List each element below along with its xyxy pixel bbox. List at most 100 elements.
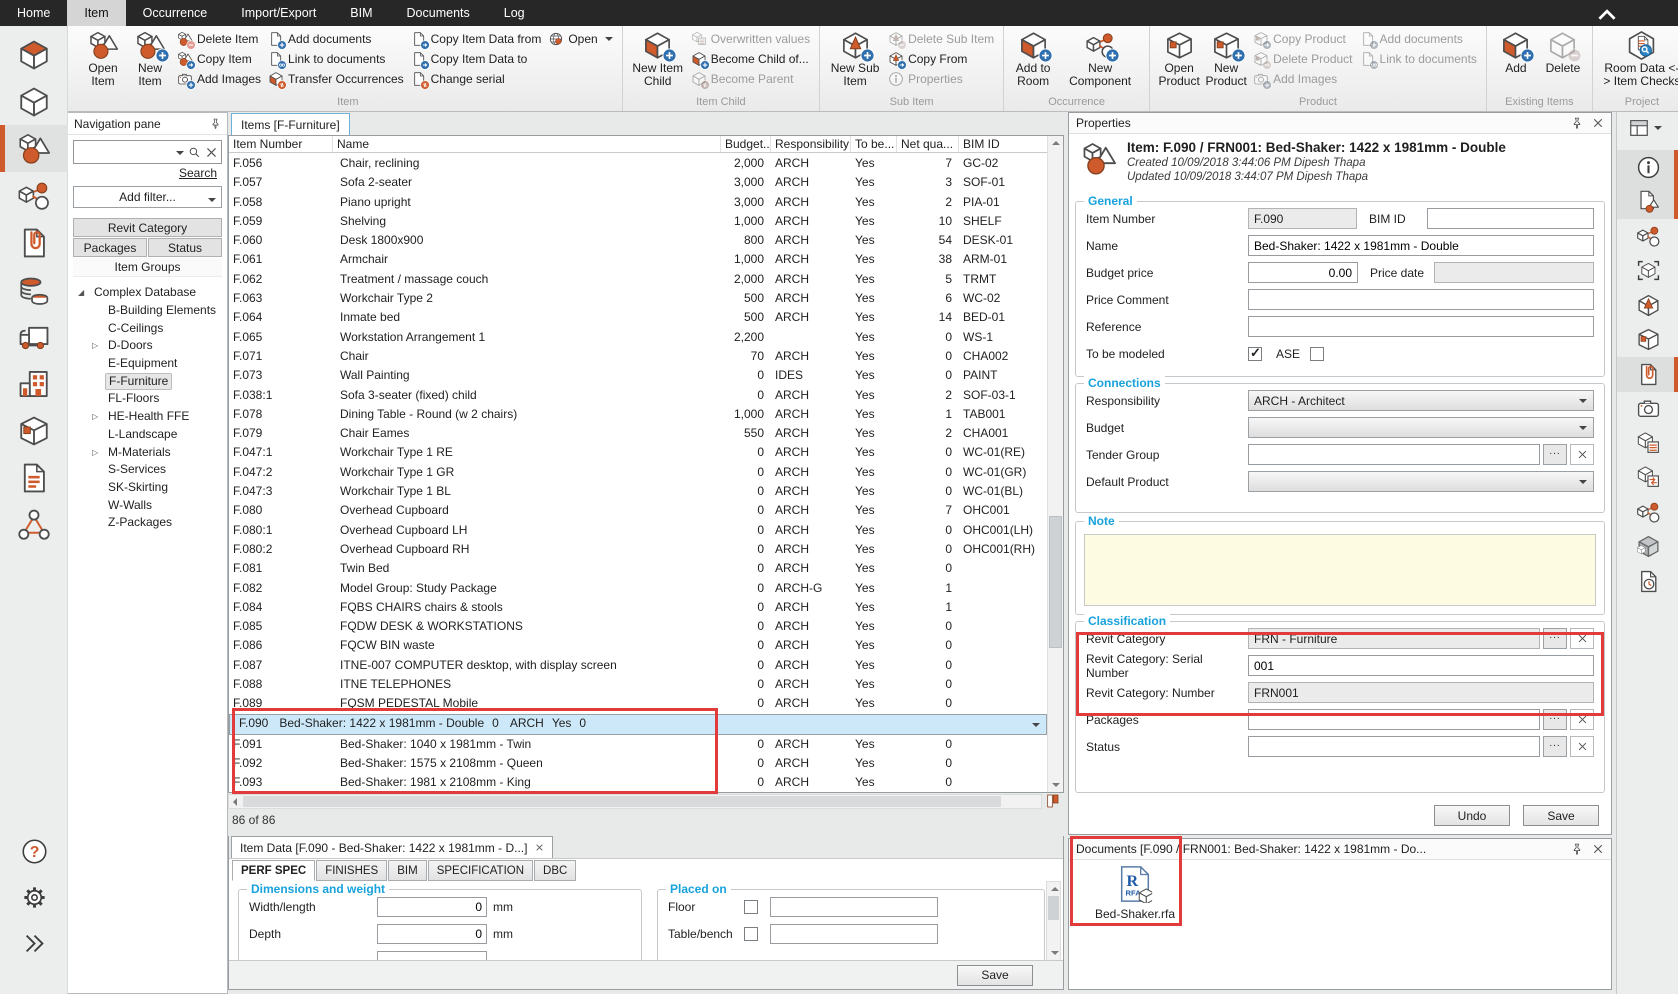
products-icon[interactable]	[0, 407, 68, 454]
item-transfer-icon[interactable]	[1617, 461, 1678, 496]
table-row[interactable]: F.073 Wall Painting 0 IDES Yes 0 PAINT	[229, 366, 1047, 385]
bim-icon[interactable]	[1617, 254, 1678, 289]
table-row[interactable]: F.071 Chair 70 ARCH Yes 0 CHA002	[229, 347, 1047, 366]
tree-item[interactable]: ◢ Complex Database	[68, 284, 227, 302]
new-item-child-button[interactable]: New Item Child	[630, 28, 686, 88]
revit-category-button[interactable]: Revit Category	[73, 218, 222, 237]
images-icon[interactable]	[1617, 392, 1678, 427]
info-icon[interactable]	[1617, 150, 1678, 185]
become-parent-button[interactable]: Become Parent	[689, 71, 812, 87]
status-browse-button[interactable]	[1543, 736, 1567, 757]
delete-product-button[interactable]: Delete Product	[1251, 51, 1354, 67]
table-row[interactable]: F.080:2 Overhead Cupboard RH 0 ARCH Yes …	[229, 540, 1047, 559]
save-button[interactable]: Save	[957, 965, 1033, 986]
width-input[interactable]	[377, 897, 487, 917]
tree-item[interactable]: SK-Skirting	[68, 479, 227, 497]
item-data-icon[interactable]	[1617, 185, 1678, 220]
tree-expander-icon[interactable]: ▷	[92, 412, 105, 421]
revit-serial-input[interactable]	[1248, 655, 1594, 676]
default-product-select[interactable]	[1248, 471, 1594, 492]
status-clear-button[interactable]	[1570, 736, 1594, 757]
search-icon[interactable]	[188, 146, 201, 159]
table-row[interactable]: F.086 FQCW BIN waste 0 ARCH Yes 0	[229, 636, 1047, 655]
reports-icon[interactable]	[0, 454, 68, 501]
copy-from-button[interactable]: Copy From	[886, 51, 996, 67]
item-structure-icon[interactable]	[1617, 426, 1678, 461]
reference-input[interactable]	[1248, 316, 1594, 337]
scrollbar-thumb[interactable]	[1049, 516, 1062, 647]
tree-item[interactable]: S-Services	[68, 461, 227, 479]
logistics-icon[interactable]	[0, 313, 68, 360]
document-file[interactable]: Bed-Shaker.rfa	[1083, 865, 1187, 921]
menu-tab[interactable]: Import/Export	[224, 0, 333, 26]
scroll-left-icon[interactable]	[233, 798, 237, 806]
col-header-responsibility[interactable]: Responsibility	[771, 136, 851, 152]
expand-icon[interactable]	[0, 920, 68, 966]
delete-item-button[interactable]: Delete Item	[175, 31, 263, 47]
open-item-button[interactable]: Open Item	[81, 28, 125, 88]
table-row[interactable]: F.065 Workstation Arrangement 1 2,200 Ye…	[229, 328, 1047, 347]
new-sub-item-button[interactable]: New Sub Item	[827, 28, 883, 88]
item-data-subtab[interactable]: DBC	[534, 860, 576, 881]
column-chooser-icon[interactable]	[1045, 793, 1062, 810]
relations-icon[interactable]	[0, 501, 68, 548]
clear-search-icon[interactable]	[205, 146, 218, 159]
budget-price-input[interactable]	[1248, 262, 1358, 283]
horizontal-scrollbar[interactable]	[228, 794, 1042, 809]
depth-input[interactable]	[377, 924, 487, 944]
overwritten-values-button[interactable]: Overwritten values	[689, 31, 812, 47]
search-input[interactable]	[74, 142, 173, 162]
item-data-subtab[interactable]: PERF SPEC	[232, 860, 315, 881]
scrollbar-thumb[interactable]	[243, 796, 1001, 807]
tree-item[interactable]: B-Building Elements	[68, 302, 227, 320]
table-row[interactable]: F.087 ITNE-007 COMPUTER desktop, with di…	[229, 656, 1047, 675]
table-row[interactable]: F.091 Bed-Shaker: 1040 x 1981mm - Twin 0…	[229, 735, 1047, 754]
undo-button[interactable]: Undo	[1434, 805, 1510, 826]
pin-icon[interactable]	[210, 118, 221, 129]
table-row[interactable]: F.089 FQSM PEDESTAL Mobile 0 ARCH Yes 0	[229, 694, 1047, 713]
save-button[interactable]: Save	[1523, 805, 1599, 826]
close-icon[interactable]	[1592, 117, 1604, 129]
table-row[interactable]: F.056 Chair, reclining 2,000 ARCH Yes 7 …	[229, 154, 1047, 173]
table-row[interactable]: F.084 FQBS CHAIRS chairs & stools 0 ARCH…	[229, 598, 1047, 617]
table-row[interactable]: F.057 Sofa 2-seater 3,000 ARCH Yes 3 SOF…	[229, 173, 1047, 192]
table-row[interactable]: F.090 Bed-Shaker: 1422 x 1981mm - Double…	[229, 714, 1047, 735]
menu-tab[interactable]: Occurrence	[126, 0, 225, 26]
add-filter-dropdown[interactable]: Add filter...	[73, 186, 222, 208]
add-images-button[interactable]: Add Images	[1251, 71, 1354, 87]
sub-items-icon[interactable]	[1617, 288, 1678, 323]
tree-item[interactable]: ▷ HE-Health FFE	[68, 408, 227, 426]
table-row[interactable]: F.047:3 Workchair Type 1 BL 0 ARCH Yes 0…	[229, 482, 1047, 501]
new-item-button[interactable]: New Item	[128, 28, 172, 88]
room-data-item-checks-button[interactable]: Room Data <-> Item Checks	[1600, 28, 1678, 88]
copy-item-data-from-button[interactable]: Copy Item Data from	[409, 31, 544, 47]
table-row[interactable]: F.080 Overhead Cupboard 0 ARCH Yes 7 OHC…	[229, 501, 1047, 520]
menu-tab[interactable]: Documents	[390, 0, 487, 26]
rooms-icon[interactable]	[0, 31, 68, 78]
col-header-budget[interactable]: Budget...	[721, 136, 771, 152]
products-icon[interactable]	[1617, 323, 1678, 358]
bim-id-input[interactable]	[1427, 208, 1594, 229]
table-row[interactable]: F.059 Shelving 1,000 ARCH Yes 10 SHELF	[229, 212, 1047, 231]
col-header-item-number[interactable]: Item Number	[229, 136, 333, 152]
table-row[interactable]: F.093 Bed-Shaker: 1981 x 2108mm - King 0…	[229, 773, 1047, 792]
packages-clear-button[interactable]	[1570, 709, 1594, 730]
delete-existing-item-button[interactable]: Delete	[1541, 28, 1585, 75]
menu-tab[interactable]: Log	[487, 0, 542, 26]
tree-item[interactable]: E-Equipment	[68, 355, 227, 373]
packages-button[interactable]: Packages	[73, 238, 147, 257]
table-row[interactable]: F.047:2 Workchair Type 1 GR 0 ARCH Yes 0…	[229, 463, 1047, 482]
tree-item[interactable]: Z-Packages	[68, 514, 227, 532]
tender-group-browse-button[interactable]	[1543, 444, 1567, 465]
table-row[interactable]: F.047:1 Workchair Type 1 RE 0 ARCH Yes 0…	[229, 443, 1047, 462]
tree-item[interactable]: L-Landscape	[68, 426, 227, 444]
table-row[interactable]: F.078 Dining Table - Round (w 2 chairs) …	[229, 405, 1047, 424]
properties-button[interactable]: Properties	[886, 71, 996, 87]
menu-tab[interactable]: BIM	[333, 0, 389, 26]
vertical-scrollbar[interactable]	[1047, 136, 1063, 792]
parent-item-icon[interactable]	[1617, 530, 1678, 565]
scroll-down-icon[interactable]	[1052, 783, 1060, 787]
components-icon[interactable]	[0, 172, 68, 219]
tree-expander-icon[interactable]: ◢	[78, 288, 91, 297]
database-icon[interactable]	[0, 266, 68, 313]
